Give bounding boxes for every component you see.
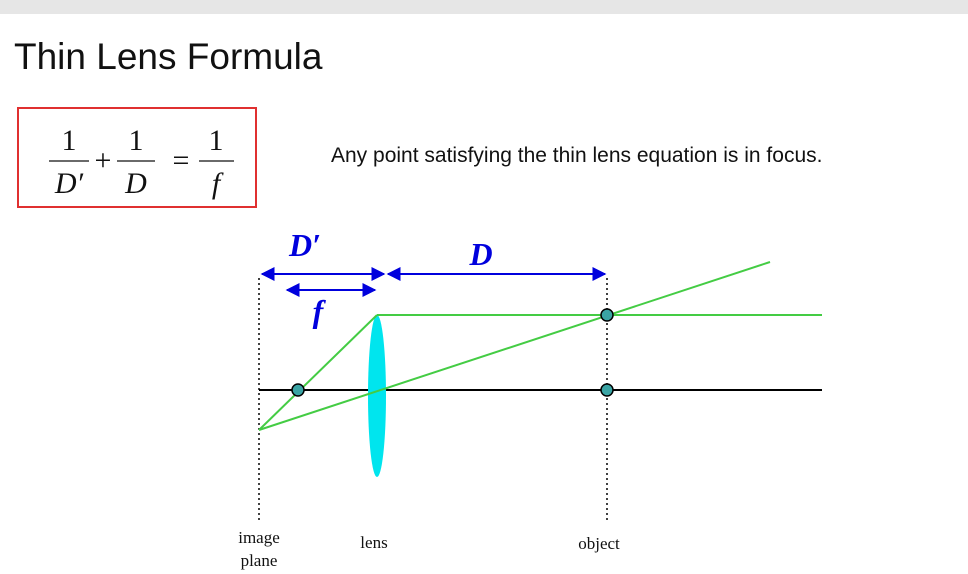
d-label: D — [468, 236, 492, 272]
object-point — [600, 308, 614, 322]
focal-point — [291, 383, 305, 397]
object-axis-point — [600, 383, 614, 397]
lens-label: lens — [360, 533, 387, 552]
lens-diagram: D′ D f image plane lens object — [238, 227, 822, 570]
object-label: object — [578, 534, 620, 553]
d-prime-label: D′ — [288, 227, 321, 263]
f-label: f — [313, 293, 327, 329]
chief-ray — [258, 261, 771, 431]
image-plane-label-line2: plane — [241, 551, 278, 570]
lens-shape — [368, 315, 386, 477]
refracted-ray — [258, 314, 378, 431]
image-plane-label-line1: image — [238, 528, 280, 547]
slide: Thin Lens Formula 1 D′ + 1 D = 1 f Any p… — [0, 0, 968, 574]
